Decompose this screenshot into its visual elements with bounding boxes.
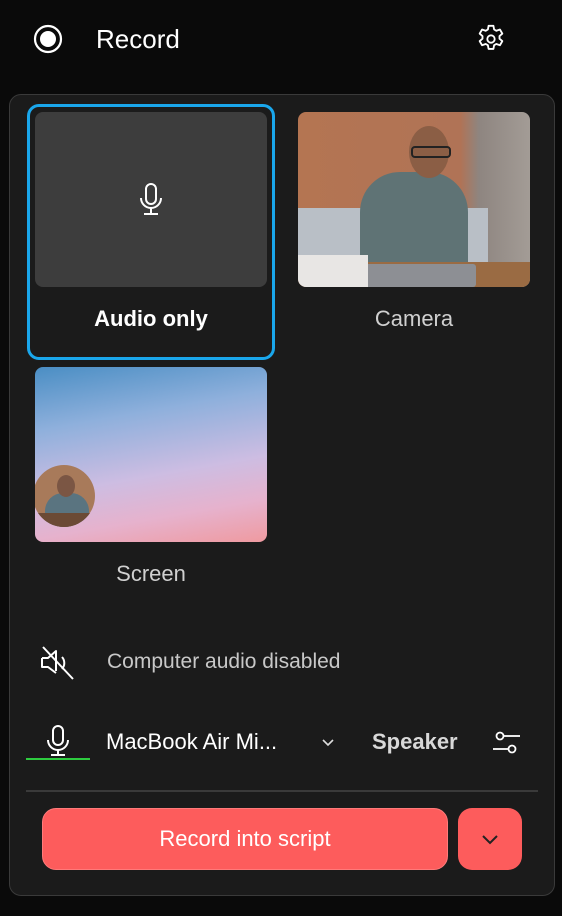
source-label: Audio only (94, 306, 208, 331)
mic-level-bar (26, 758, 90, 760)
record-panel: Audio only Camera Screen Computer audio … (9, 94, 555, 896)
divider (26, 790, 538, 792)
header: Record (0, 0, 562, 90)
speaker-muted-icon[interactable] (40, 645, 76, 681)
record-button-label: Record into script (159, 826, 331, 851)
microphone-icon (47, 725, 69, 756)
record-circle-icon (33, 24, 63, 54)
source-audio-only[interactable]: Audio only (27, 104, 275, 360)
microphone-device-name: MacBook Air Mi... (106, 729, 278, 754)
microphone-select[interactable]: MacBook Air Mi... (106, 727, 346, 759)
laptop (360, 264, 476, 287)
sliders-icon[interactable] (492, 727, 522, 757)
chevron-down-icon (482, 835, 498, 845)
chevron-down-icon (322, 739, 334, 747)
source-label: Screen (116, 561, 186, 586)
computer-audio-row[interactable]: Computer audio disabled (40, 645, 520, 681)
camera-bubble (35, 465, 95, 527)
screen-thumbnail[interactable] (35, 367, 267, 542)
speaker-button[interactable]: Speaker (372, 729, 458, 755)
camera-thumbnail[interactable] (298, 112, 530, 287)
microphone-row: MacBook Air Mi... Speaker (26, 723, 538, 763)
page-title: Record (96, 24, 180, 54)
source-camera[interactable]: Camera (298, 112, 530, 352)
person-glasses (411, 146, 451, 158)
source-label: Camera (374, 306, 454, 331)
gear-icon[interactable] (474, 22, 508, 56)
record-into-script-button[interactable]: Record into script (42, 808, 448, 870)
record-options-button[interactable] (458, 808, 522, 870)
source-screen[interactable]: Screen (35, 367, 267, 607)
mic-level-indicator (26, 723, 90, 761)
papers (298, 255, 368, 287)
person-body (360, 172, 468, 272)
computer-audio-status: Computer audio disabled (107, 650, 341, 673)
